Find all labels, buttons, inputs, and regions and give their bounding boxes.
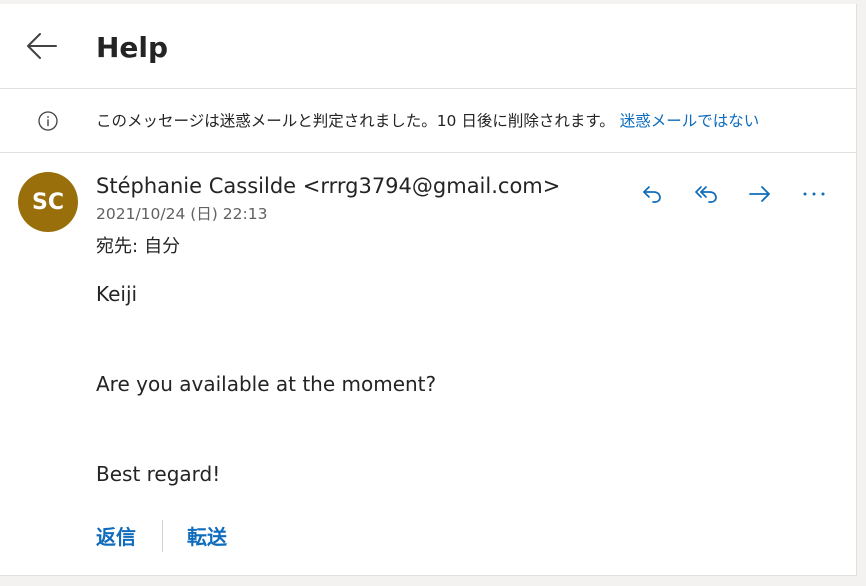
not-junk-link[interactable]: 迷惑メールではない bbox=[620, 112, 760, 130]
forward-button[interactable] bbox=[740, 176, 780, 212]
body-line: Are you available at the moment? bbox=[96, 372, 437, 396]
recipient-line: 宛先: 自分 bbox=[96, 234, 180, 260]
to-label: 宛先: bbox=[96, 236, 139, 257]
more-actions-button[interactable] bbox=[794, 176, 834, 212]
footer-divider bbox=[162, 520, 163, 552]
junk-warning-banner: このメッセージは迷惑メールと判定されました。10 日後に削除されます。 迷惑メール… bbox=[0, 88, 856, 153]
back-button[interactable] bbox=[22, 28, 62, 64]
reply-link[interactable]: 返信 bbox=[96, 522, 136, 552]
arrow-left-icon bbox=[27, 33, 57, 59]
message-date: 2021/10/24 (日) 22:13 bbox=[96, 205, 268, 223]
more-icon bbox=[803, 192, 825, 196]
reply-all-button[interactable] bbox=[686, 176, 726, 212]
info-icon bbox=[38, 111, 58, 131]
reply-all-icon bbox=[695, 186, 717, 203]
junk-warning-text: このメッセージは迷惑メールと判定されました。10 日後に削除されます。 bbox=[96, 112, 615, 130]
message-reading-pane: Help このメッセージは迷惑メールと判定されました。10 日後に削除されます。… bbox=[0, 4, 857, 576]
forward-icon bbox=[749, 186, 770, 202]
body-closing: Best regard! bbox=[96, 462, 221, 486]
to-value[interactable]: 自分 bbox=[144, 236, 180, 257]
avatar: SC bbox=[18, 172, 78, 232]
banner-message-row: このメッセージは迷惑メールと判定されました。10 日後に削除されます。 迷惑メール… bbox=[96, 109, 759, 133]
forward-link[interactable]: 転送 bbox=[187, 522, 227, 552]
reply-button[interactable] bbox=[632, 176, 672, 212]
sender-name[interactable]: Stéphanie Cassilde <rrrg3794@gmail.com> bbox=[96, 171, 560, 201]
header: Help bbox=[0, 4, 856, 88]
body-greeting: Keiji bbox=[96, 282, 138, 306]
reply-icon bbox=[643, 186, 661, 203]
page-title: Help bbox=[96, 31, 169, 64]
